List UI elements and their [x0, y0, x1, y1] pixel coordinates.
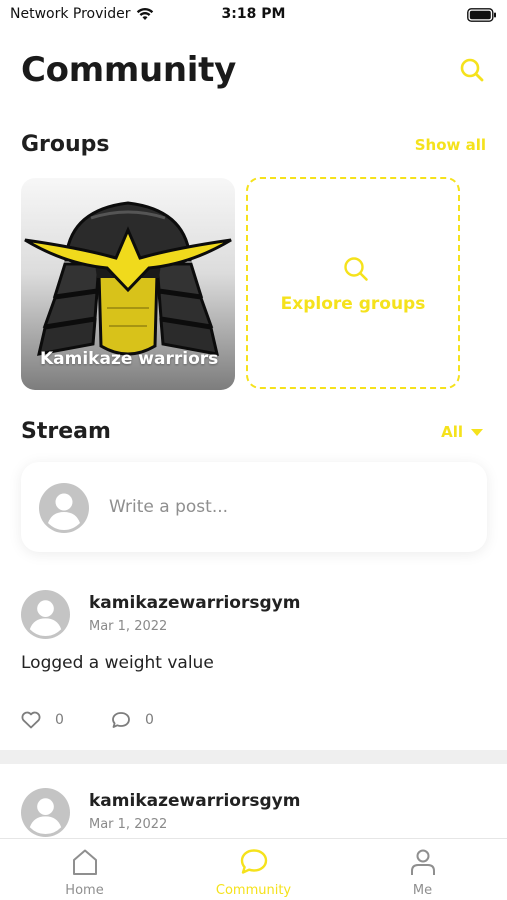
comment-button[interactable]: 0	[111, 711, 154, 729]
comment-icon	[112, 712, 130, 728]
page-title: Community	[21, 50, 236, 90]
like-count: 0	[55, 712, 64, 728]
post-author[interactable]: kamikazewarriorsgym	[89, 791, 300, 811]
write-post-placeholder: Write a post...	[109, 497, 229, 517]
post-divider	[0, 750, 507, 764]
group-card-kamikaze-warriors[interactable]: Kamikaze warriors	[21, 178, 235, 390]
show-all-groups-link[interactable]: Show all	[415, 136, 486, 154]
stream-heading: Stream	[21, 419, 111, 444]
explore-groups-card[interactable]: Explore groups	[246, 177, 460, 389]
home-icon	[73, 849, 97, 875]
comment-count: 0	[145, 712, 154, 728]
post-author[interactable]: kamikazewarriorsgym	[89, 593, 300, 613]
battery-icon	[467, 7, 497, 22]
stream-post: kamikazewarriorsgym Mar 1, 2022 Logged a…	[0, 570, 507, 750]
post-text: Logged a weight value	[21, 653, 214, 673]
tab-me[interactable]: Me	[338, 839, 507, 900]
tab-home[interactable]: Home	[0, 839, 169, 900]
tab-community-label: Community	[215, 883, 292, 898]
stream-post: kamikazewarriorsgym Mar 1, 2022	[0, 768, 507, 848]
status-bar: Network Provider 3:18 PM	[0, 0, 507, 30]
stream-filter-value: All	[441, 423, 463, 441]
avatar[interactable]	[21, 788, 70, 837]
bottom-tab-bar: Home Community Me	[0, 838, 507, 900]
caret-down-icon	[471, 428, 483, 436]
search-icon[interactable]	[459, 57, 485, 83]
post-date: Mar 1, 2022	[89, 619, 168, 634]
person-icon	[411, 849, 435, 875]
avatar[interactable]	[21, 590, 70, 639]
explore-groups-label: Explore groups	[280, 294, 426, 314]
chat-bubble-icon	[240, 849, 268, 874]
search-icon	[342, 255, 370, 283]
tab-me-label: Me	[412, 883, 433, 898]
group-card-label: Kamikaze warriors	[40, 349, 219, 369]
write-post-composer[interactable]: Write a post...	[21, 462, 487, 552]
tab-community[interactable]: Community	[169, 839, 338, 900]
like-button[interactable]: 0	[21, 711, 64, 729]
clock-time: 3:18 PM	[221, 6, 286, 22]
avatar	[39, 483, 89, 533]
heart-icon	[21, 711, 41, 729]
post-date: Mar 1, 2022	[89, 817, 168, 832]
groups-heading: Groups	[21, 132, 110, 157]
stream-filter-dropdown[interactable]: All	[441, 423, 483, 441]
tab-home-label: Home	[65, 883, 104, 898]
